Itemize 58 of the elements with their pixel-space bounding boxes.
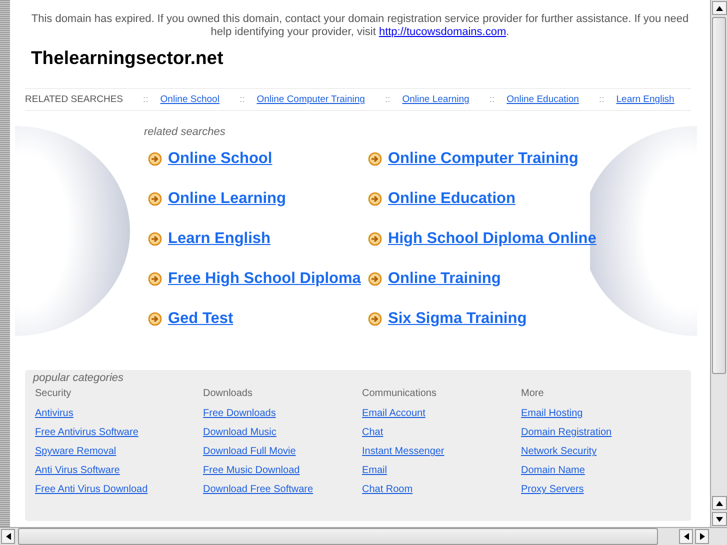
category-link[interactable]: Free Anti Virus Download (35, 484, 148, 495)
search-link[interactable]: Online Learning (168, 190, 286, 208)
search-link[interactable]: Free High School Diploma (168, 270, 361, 288)
category-link[interactable]: Download Full Movie (203, 446, 296, 457)
category-link[interactable]: Download Music (203, 427, 276, 438)
expired-notice: This domain has expired. If you owned this domain, contact your domain registration service provider for further assistance. If you need help identifying your provider, visit http://tucowsdomains.com. (30, 13, 690, 39)
category-link[interactable]: Email Hosting (521, 408, 583, 419)
separator-mark: :: (143, 94, 148, 105)
search-link[interactable]: Online Training (388, 270, 501, 288)
category-link[interactable]: Free Antivirus Software (35, 427, 138, 438)
category-link[interactable]: Free Downloads (203, 408, 276, 419)
category-link[interactable]: Instant Messenger (362, 446, 444, 457)
separator-mark: :: (384, 94, 390, 105)
separator-mark: :: (239, 94, 245, 105)
search-link[interactable]: Learn English (168, 230, 270, 248)
related-bar-link[interactable]: Online Learning (402, 94, 470, 105)
category-heading: Security (35, 388, 72, 399)
search-link[interactable]: Six Sigma Training (388, 310, 527, 328)
category-heading: More (521, 388, 544, 399)
scroll-up-icon[interactable] (712, 496, 727, 510)
category-link[interactable]: Antivirus (35, 408, 74, 419)
related-bar-link[interactable]: Online Computer Training (256, 94, 365, 105)
section-heading: popular categories (33, 372, 124, 384)
search-link[interactable]: Online Education (388, 190, 516, 208)
category-heading: Communications (362, 388, 436, 399)
category-link[interactable]: Network Security (521, 446, 597, 457)
category-heading: Downloads (203, 388, 252, 399)
scrollbar-thumb[interactable] (712, 17, 726, 374)
related-bar-link[interactable]: Online Education (506, 94, 579, 105)
scroll-left-icon[interactable] (1, 529, 15, 544)
category-link[interactable]: Chat (362, 427, 384, 438)
scroll-left-icon[interactable] (679, 529, 693, 544)
category-link[interactable]: Email Account (362, 408, 426, 419)
scroll-up-icon[interactable] (712, 1, 727, 15)
search-link[interactable]: Ged Test (168, 310, 234, 328)
scrollbar-thumb[interactable] (18, 528, 658, 545)
category-link[interactable]: Domain Registration (521, 427, 612, 438)
category-link[interactable]: Chat Room (362, 484, 413, 495)
category-link[interactable]: Free Music Download (203, 465, 300, 476)
separator-mark: :: (598, 94, 604, 105)
category-link[interactable]: Spyware Removal (35, 446, 116, 457)
search-link[interactable]: Online Computer Training (388, 150, 578, 168)
section-heading: related searches (144, 126, 226, 138)
category-link[interactable]: Proxy Servers (521, 484, 584, 495)
category-link[interactable]: Email (362, 465, 388, 476)
related-bar-link[interactable]: Learn English (616, 94, 674, 105)
category-link[interactable]: Anti Virus Software (35, 465, 120, 476)
search-link[interactable]: Online School (168, 150, 272, 168)
category-link[interactable]: Download Free Software (203, 484, 314, 495)
scroll-right-icon[interactable] (695, 529, 709, 544)
separator-mark: :: (489, 94, 495, 105)
site-title: Thelearningsector.net (31, 47, 224, 69)
scroll-down-icon[interactable] (712, 512, 727, 526)
bar-label: RELATED SEARCHES (25, 94, 124, 105)
related-bar-link[interactable]: Online School (160, 94, 220, 105)
search-link[interactable]: High School Diploma Online (388, 230, 596, 248)
provider-link[interactable]: http://tucowsdomains.com (378, 26, 506, 38)
category-link[interactable]: Domain Name (521, 465, 585, 476)
